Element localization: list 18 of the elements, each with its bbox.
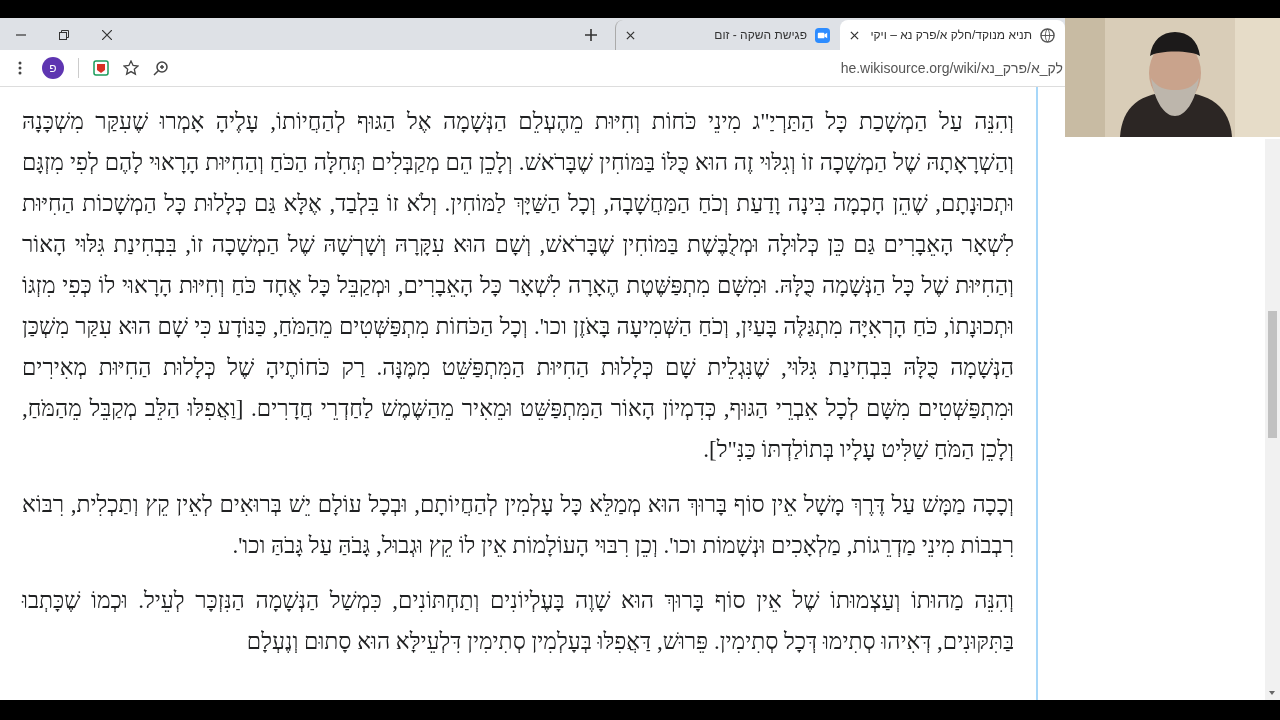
article-paragraph: וְהִנֵּה מַהוּתוֹ וְעַצְמוּתוֹ שֶׁל אֵין סוֹף בָּרוּךְ הוּא שָׁוֶה בָּעֶלְיוֹנִים וְתַחְתּוֹנִים, כִּמְשַׁל הַנְּשָׁמָה הַנִּזְכָּר לְעֵיל. וּכְמוֹ שֶׁכָּתְבוּ בַּתִּקּוּנִים, דְּאִיהוּ סְתִימוּ דְּכָל סְתִימִין. פֵּרוּשׁ, דַּאֲפִלּוּ בְּעָלְמִין סְתִימִין דִּלְעֵילָּא הוּא סָתוּם וְנֶעְלָם <box>22 587 1014 656</box>
profile-avatar[interactable]: פ <box>42 57 64 79</box>
close-icon[interactable] <box>850 30 859 40</box>
close-icon[interactable] <box>626 30 635 40</box>
scrollbar[interactable] <box>1265 139 1280 700</box>
article-paragraph: וְכָכָה מַמָּשׁ עַל דֶּרֶךְ מָשָׁל אֵין סוֹף בָּרוּךְ הוּא מְמַלֵּא כָּל עָלְמִין לְהַחֲיוֹתָם, וּבְכָל עוֹלָם יֵשׁ בְּרוּאִים לְאֵין קֵץ וְתַכְלִית, רִבּוֹא רִבְבוֹת מִינֵי מַדְרֵגוֹת, מַלְאָכִים וּנְשָׁמוֹת וכו'. וְכֵן רִבּוּי הָעוֹלָמוֹת אֵין לוֹ קֵץ וּגְבוּל, גָּבֹהַּ עַל גָּבֹהַּ וכו'. <box>22 491 1014 560</box>
globe-icon <box>1040 27 1055 43</box>
restore-icon[interactable] <box>59 30 69 40</box>
video-camera-icon <box>815 27 830 43</box>
browser-tab[interactable]: תניא מנוקד/חלק א/פרק נא – ויקי <box>840 20 1065 50</box>
close-icon[interactable] <box>102 30 112 40</box>
article-paragraph: וְהִנֵּה עַל הַמְשָׁכַת כָּל הַתַּרְיַ"ג מִינֵי כֹּחוֹת וְחִיּוּת מֵהֶעְלֵם הַנְּשָׁמָה אֶל הַגּוּף לְהַחֲיוֹתוֹ, עָלֶיהָ אָמְרוּ שֶׁעִקַּר מִשְׁכָּנָהּ וְהַשְׁרָאָתָהּ שֶׁל הַמְשָׁכָה זוֹ וְגִלּוּי זֶה הוּא כֻּלּוֹ בַּמּוֹחִין שֶׁבָּרֹאשׁ. וְלָכֵן הֵם מְקַבְּלִים תְּחִלָּה הַכֹּחַ וְהַחִיּוּת הָרָאוּי לָהֶם לְפִי מִזְגָּם וּתְכוּנָתָם, שֶׁהֵן חָכְמָה בִּינָה וָדַעַת וְכֹחַ הַמַּחֲשָׁבָה, וְכָל הַשַּׁיָּךְ לַמּוֹחִין. וְלֹא זוֹ בִּלְבַד, אֶלָּא גַּם כְּלָלוּת כָּל הַמְשָׁכוֹת הַחִיּוּת לִשְׁאָר הָאֵבָרִים גַּם כֵּן כְּלוּלָה וּמְלֻבֶּשֶׁת בַּמּוֹחִין שֶׁבָּרֹאשׁ, וְשָׁם הוּא עִקָּרָהּ וְשָׁרְשָׁהּ שֶׁל הַמְשָׁכָה זוֹ, בִּבְחִינַת גִּלּוּי הָאוֹר וְהַחִיּוּת שֶׁל כָּל הַנְּשָׁמָה כֻּלָּהּ. וּמִשָּׁם מִתְפַּשֶּׁטֶת הֶאָרָה לִשְׁאָר כָּל הָאֵבָרִים, וּמְקַבֵּל כָּל אֶחָד כֹּחַ וְחִיּוּת הָרָאוּי לוֹ כְּפִי מִזְגּוֹ וּתְכוּנָתוֹ, כֹּחַ הָרְאִיָּה מִתְגַּלֶּה בָּעַיִן, וְכֹחַ הַשְּׁמִיעָה בָּאֹזֶן וכו'. וְכָל הַכֹּחוֹת מִתְפַּשְּׁטִים מֵהַמֹּחַ, כַּנּוֹדָע כִּי שָׁם הוּא עִקַּר מִשְׁכַּן הַנְּשָׁמָה כֻּלָּהּ בִּבְחִינַת גִּלּוּי, שֶׁנִּגְלֵית שָׁם כְּלָלוּת הַחִיּוּת הַמִּתְפַּשֵּׁט מִמֶּנָּה. רַק כֹּחוֹתֶיהָ שֶׁל כְּלָלוּת הַחִיּוּת מְאִירִים וּמִתְפַּשְּׁטִים מִשָּׁם לְכָל אֵבְרֵי הַגּוּף, כְּדִמְיוֹן הָאוֹר הַמִּתְפַּשֵּׁט וּמֵאִיר מֵהַשֶּׁמֶשׁ לַחַדְרֵי חֲדָרִים. [וַאֲפִלּוּ הַלֵּב מְקַבֵּל מֵהַמֹּחַ, וְלָכֵן הַמֹּחַ שַׁלִּיט עָלָיו בְּתוֹלַדְתּוֹ כַּנִּ"ל]. <box>22 108 1014 464</box>
extension-icon[interactable] <box>93 60 109 76</box>
address-bar[interactable]: he.wikisource.org/wiki/לק_א/פרק_נא <box>840 60 1063 76</box>
new-tab-icon[interactable] <box>585 29 597 41</box>
star-icon[interactable] <box>123 60 139 76</box>
scrollbar-thumb[interactable] <box>1268 311 1277 438</box>
zoom-icon[interactable] <box>153 60 169 76</box>
